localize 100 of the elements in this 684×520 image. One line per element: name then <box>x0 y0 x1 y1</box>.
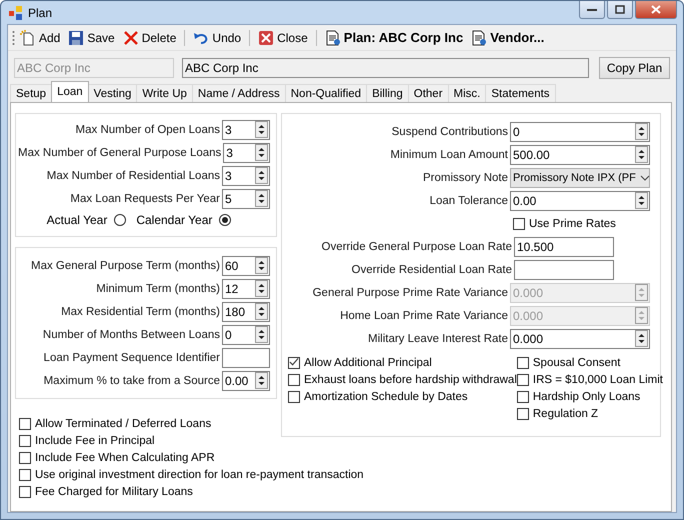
close-button[interactable] <box>635 1 677 19</box>
close-icon <box>651 5 661 14</box>
document-icon <box>324 30 341 46</box>
save-icon <box>68 30 84 46</box>
checkbox[interactable] <box>19 434 31 446</box>
toolbar-button[interactable]: Delete <box>120 30 180 46</box>
checkbox-option[interactable]: Use Prime Rates <box>513 215 616 232</box>
maximize-button[interactable] <box>607 1 633 19</box>
number-field[interactable]: 3 <box>223 142 270 162</box>
checkbox-option[interactable]: Regulation Z <box>516 405 598 422</box>
toolbar-button[interactable]: Add <box>17 30 64 46</box>
toolbar-button[interactable]: Close <box>255 30 311 46</box>
spinner-icon <box>635 146 648 163</box>
dropdown[interactable]: Promissory Note IPX (PF <box>510 168 650 188</box>
delete-icon <box>122 30 139 46</box>
number-field[interactable]: 0.00 <box>222 370 270 390</box>
checkbox[interactable] <box>288 356 300 368</box>
radio-button[interactable] <box>114 214 126 226</box>
tab[interactable]: Billing <box>366 84 409 102</box>
number-field[interactable] <box>514 260 614 280</box>
spinner-icon <box>255 257 268 274</box>
document-icon <box>471 30 488 46</box>
window-title: Plan <box>28 6 52 20</box>
field-label: Loan Payment Sequence Identifier <box>44 352 220 364</box>
number-field[interactable]: 12 <box>222 278 270 298</box>
spinner-icon <box>255 144 268 161</box>
restore-icon <box>615 5 625 14</box>
field-label: Suspend Contributions <box>392 126 508 138</box>
field-label: Minimum Term (months) <box>96 282 220 294</box>
checkbox[interactable] <box>288 390 300 402</box>
checkbox-option[interactable]: Use original investment direction for loan re-payment transaction <box>19 466 364 483</box>
checkbox-option[interactable]: Exhaust loans before hardship withdrawal <box>288 371 517 388</box>
checkbox[interactable] <box>516 356 529 368</box>
tab[interactable]: Vesting <box>88 84 138 102</box>
tab[interactable]: Loan <box>51 81 89 102</box>
radio-option[interactable]: Actual Year <box>46 213 126 227</box>
number-field[interactable]: 5 <box>222 188 270 208</box>
field-label: Maximum % to take from a Source <box>44 374 220 386</box>
chevron-down-icon <box>640 174 650 180</box>
checkbox-option[interactable]: Include Fee in Principal <box>19 432 155 449</box>
checkbox[interactable] <box>516 408 529 420</box>
minimize-icon <box>587 8 597 12</box>
app-icon <box>9 6 23 20</box>
tab[interactable]: Setup <box>10 84 52 102</box>
checkbox[interactable] <box>19 486 31 498</box>
field-label: Max General Purpose Term (months) <box>31 260 220 272</box>
number-field[interactable]: 10.500 <box>514 236 614 256</box>
field-label: Number of Months Between Loans <box>42 328 220 340</box>
number-field[interactable]: 3 <box>222 166 270 186</box>
spinner-icon <box>255 190 268 207</box>
field-label: Override General Purpose Loan Rate <box>322 240 512 252</box>
number-field[interactable]: 180 <box>222 302 270 322</box>
checkbox-option[interactable]: Spousal Consent <box>516 354 620 371</box>
checkbox-option[interactable]: Include Fee When Calculating APR <box>19 449 215 466</box>
checkbox[interactable] <box>19 418 31 430</box>
spinner-icon <box>635 284 648 301</box>
tab[interactable]: Non-Qualified <box>284 84 368 102</box>
minimize-button[interactable] <box>579 1 605 19</box>
number-field[interactable]: 3 <box>222 120 270 140</box>
number-field[interactable]: 0 <box>510 122 650 142</box>
checkbox[interactable] <box>516 374 529 386</box>
spinner-icon <box>255 372 268 389</box>
spinner-icon <box>635 307 648 324</box>
field-label: Max Number of Open Loans <box>76 124 220 136</box>
field-label: Promissory Note <box>423 172 508 184</box>
number-field[interactable]: 0 <box>222 324 270 344</box>
spinner-icon <box>255 167 268 184</box>
checkbox-option[interactable]: Allow Additional Principal <box>288 354 432 371</box>
field-label: Max Residential Term (months) <box>61 306 220 318</box>
toolbar-button[interactable]: Save <box>65 30 118 46</box>
checkbox-option[interactable]: Allow Terminated / Deferred Loans <box>19 415 212 432</box>
plan-name-field[interactable]: ABC Corp Inc <box>182 58 589 78</box>
spinner-icon <box>255 280 268 297</box>
number-field[interactable]: 0.000 <box>510 328 650 348</box>
field-label: Military Leave Interest Rate <box>368 332 508 344</box>
checkbox[interactable] <box>19 452 31 464</box>
checkbox[interactable] <box>516 390 529 402</box>
checkbox[interactable] <box>288 374 300 386</box>
tab[interactable]: Write Up <box>136 84 193 102</box>
number-field[interactable]: 0.00 <box>510 190 650 210</box>
toolbar-button[interactable]: Undo <box>190 30 244 46</box>
field-label: Loan Tolerance <box>430 194 508 206</box>
spinner-icon <box>635 330 648 347</box>
tab[interactable]: Statements <box>485 84 556 102</box>
checkbox[interactable] <box>19 468 31 480</box>
field-label: Minimum Loan Amount <box>390 148 508 160</box>
radio-button[interactable] <box>219 214 232 226</box>
copy-plan-button[interactable]: Copy Plan <box>599 57 670 79</box>
radio-option[interactable]: Calendar Year <box>136 213 232 227</box>
checkbox-option[interactable]: IRS = $10,000 Loan Limit <box>516 371 663 388</box>
field-label: Home Loan Prime Rate Variance <box>340 310 508 322</box>
number-field[interactable] <box>222 348 270 368</box>
checkbox-option[interactable]: Fee Charged for Military Loans <box>19 483 193 500</box>
toolbar-button[interactable]: Vendor... <box>468 30 548 46</box>
number-field[interactable]: 500.00 <box>510 144 650 164</box>
checkbox[interactable] <box>513 218 525 230</box>
toolbar-button[interactable]: Plan: ABC Corp Inc <box>322 30 466 46</box>
number-field[interactable]: 60 <box>222 256 270 276</box>
checkbox-option[interactable]: Hardship Only Loans <box>516 388 640 405</box>
checkbox-option[interactable]: Amortization Schedule by Dates <box>288 388 468 405</box>
